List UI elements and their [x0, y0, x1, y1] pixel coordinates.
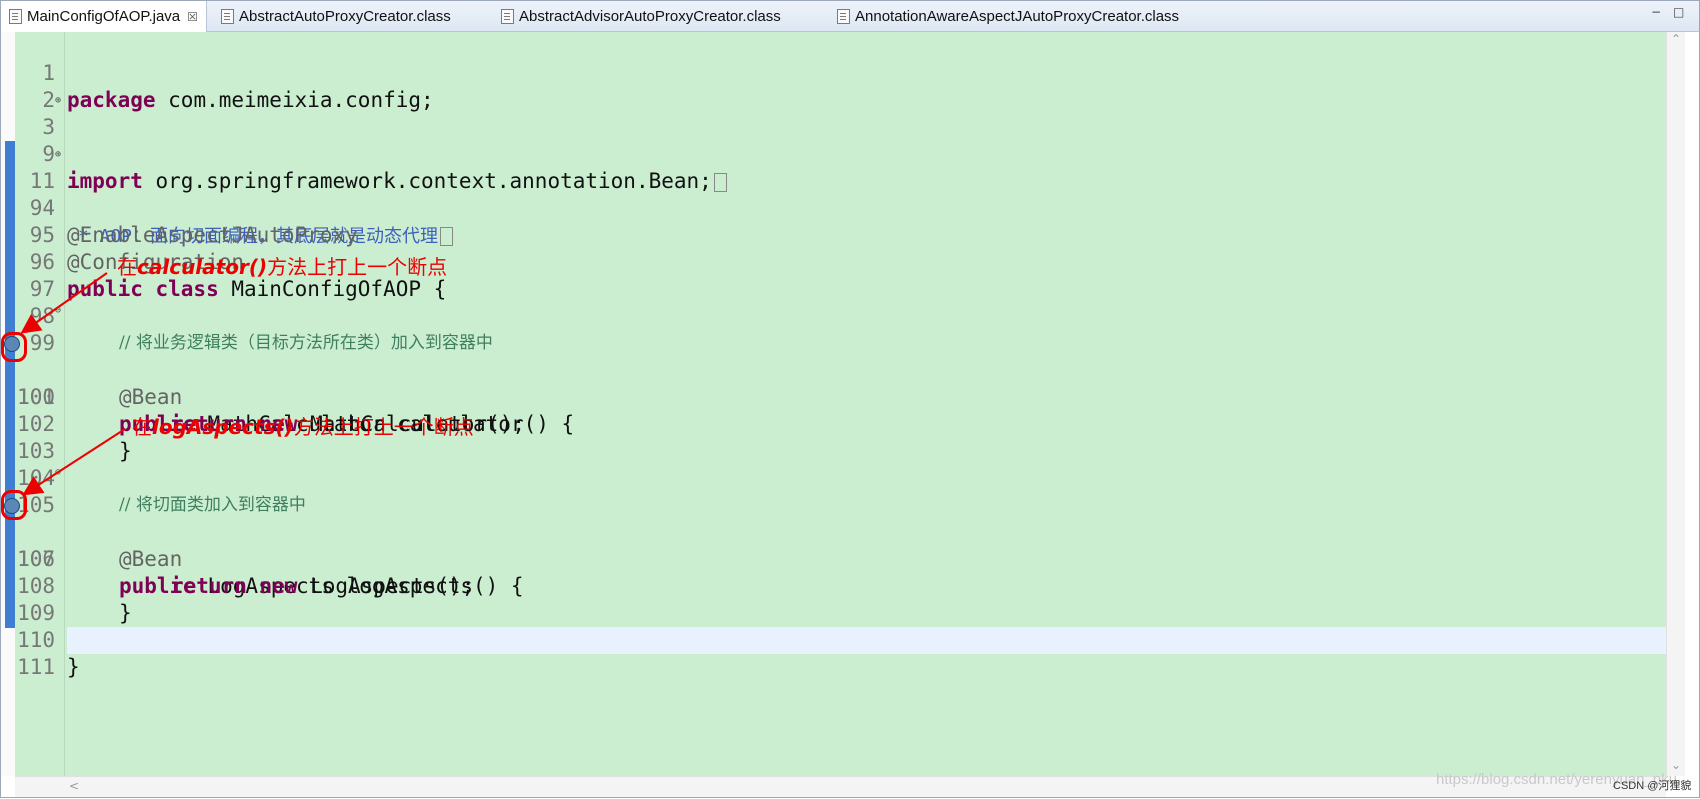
scroll-down-icon[interactable]: ⌄ [1671, 758, 1681, 772]
vertical-scrollbar[interactable]: ⌃ ⌄ [1666, 32, 1685, 776]
editor-window: MainConfigOfAOP.java ☒ AbstractAutoProxy… [0, 0, 1700, 798]
arrow-to-breakpoint-100 [20, 272, 108, 334]
horizontal-scrollbar[interactable]: < [15, 776, 1666, 797]
annotation-arrows [20, 272, 126, 496]
csdn-label: CSDN @河狸貌 [1613, 780, 1692, 792]
scroll-up-icon[interactable]: ⌃ [1671, 32, 1681, 46]
arrow-to-breakpoint-106 [22, 428, 126, 496]
scroll-left-icon[interactable]: < [69, 779, 79, 793]
